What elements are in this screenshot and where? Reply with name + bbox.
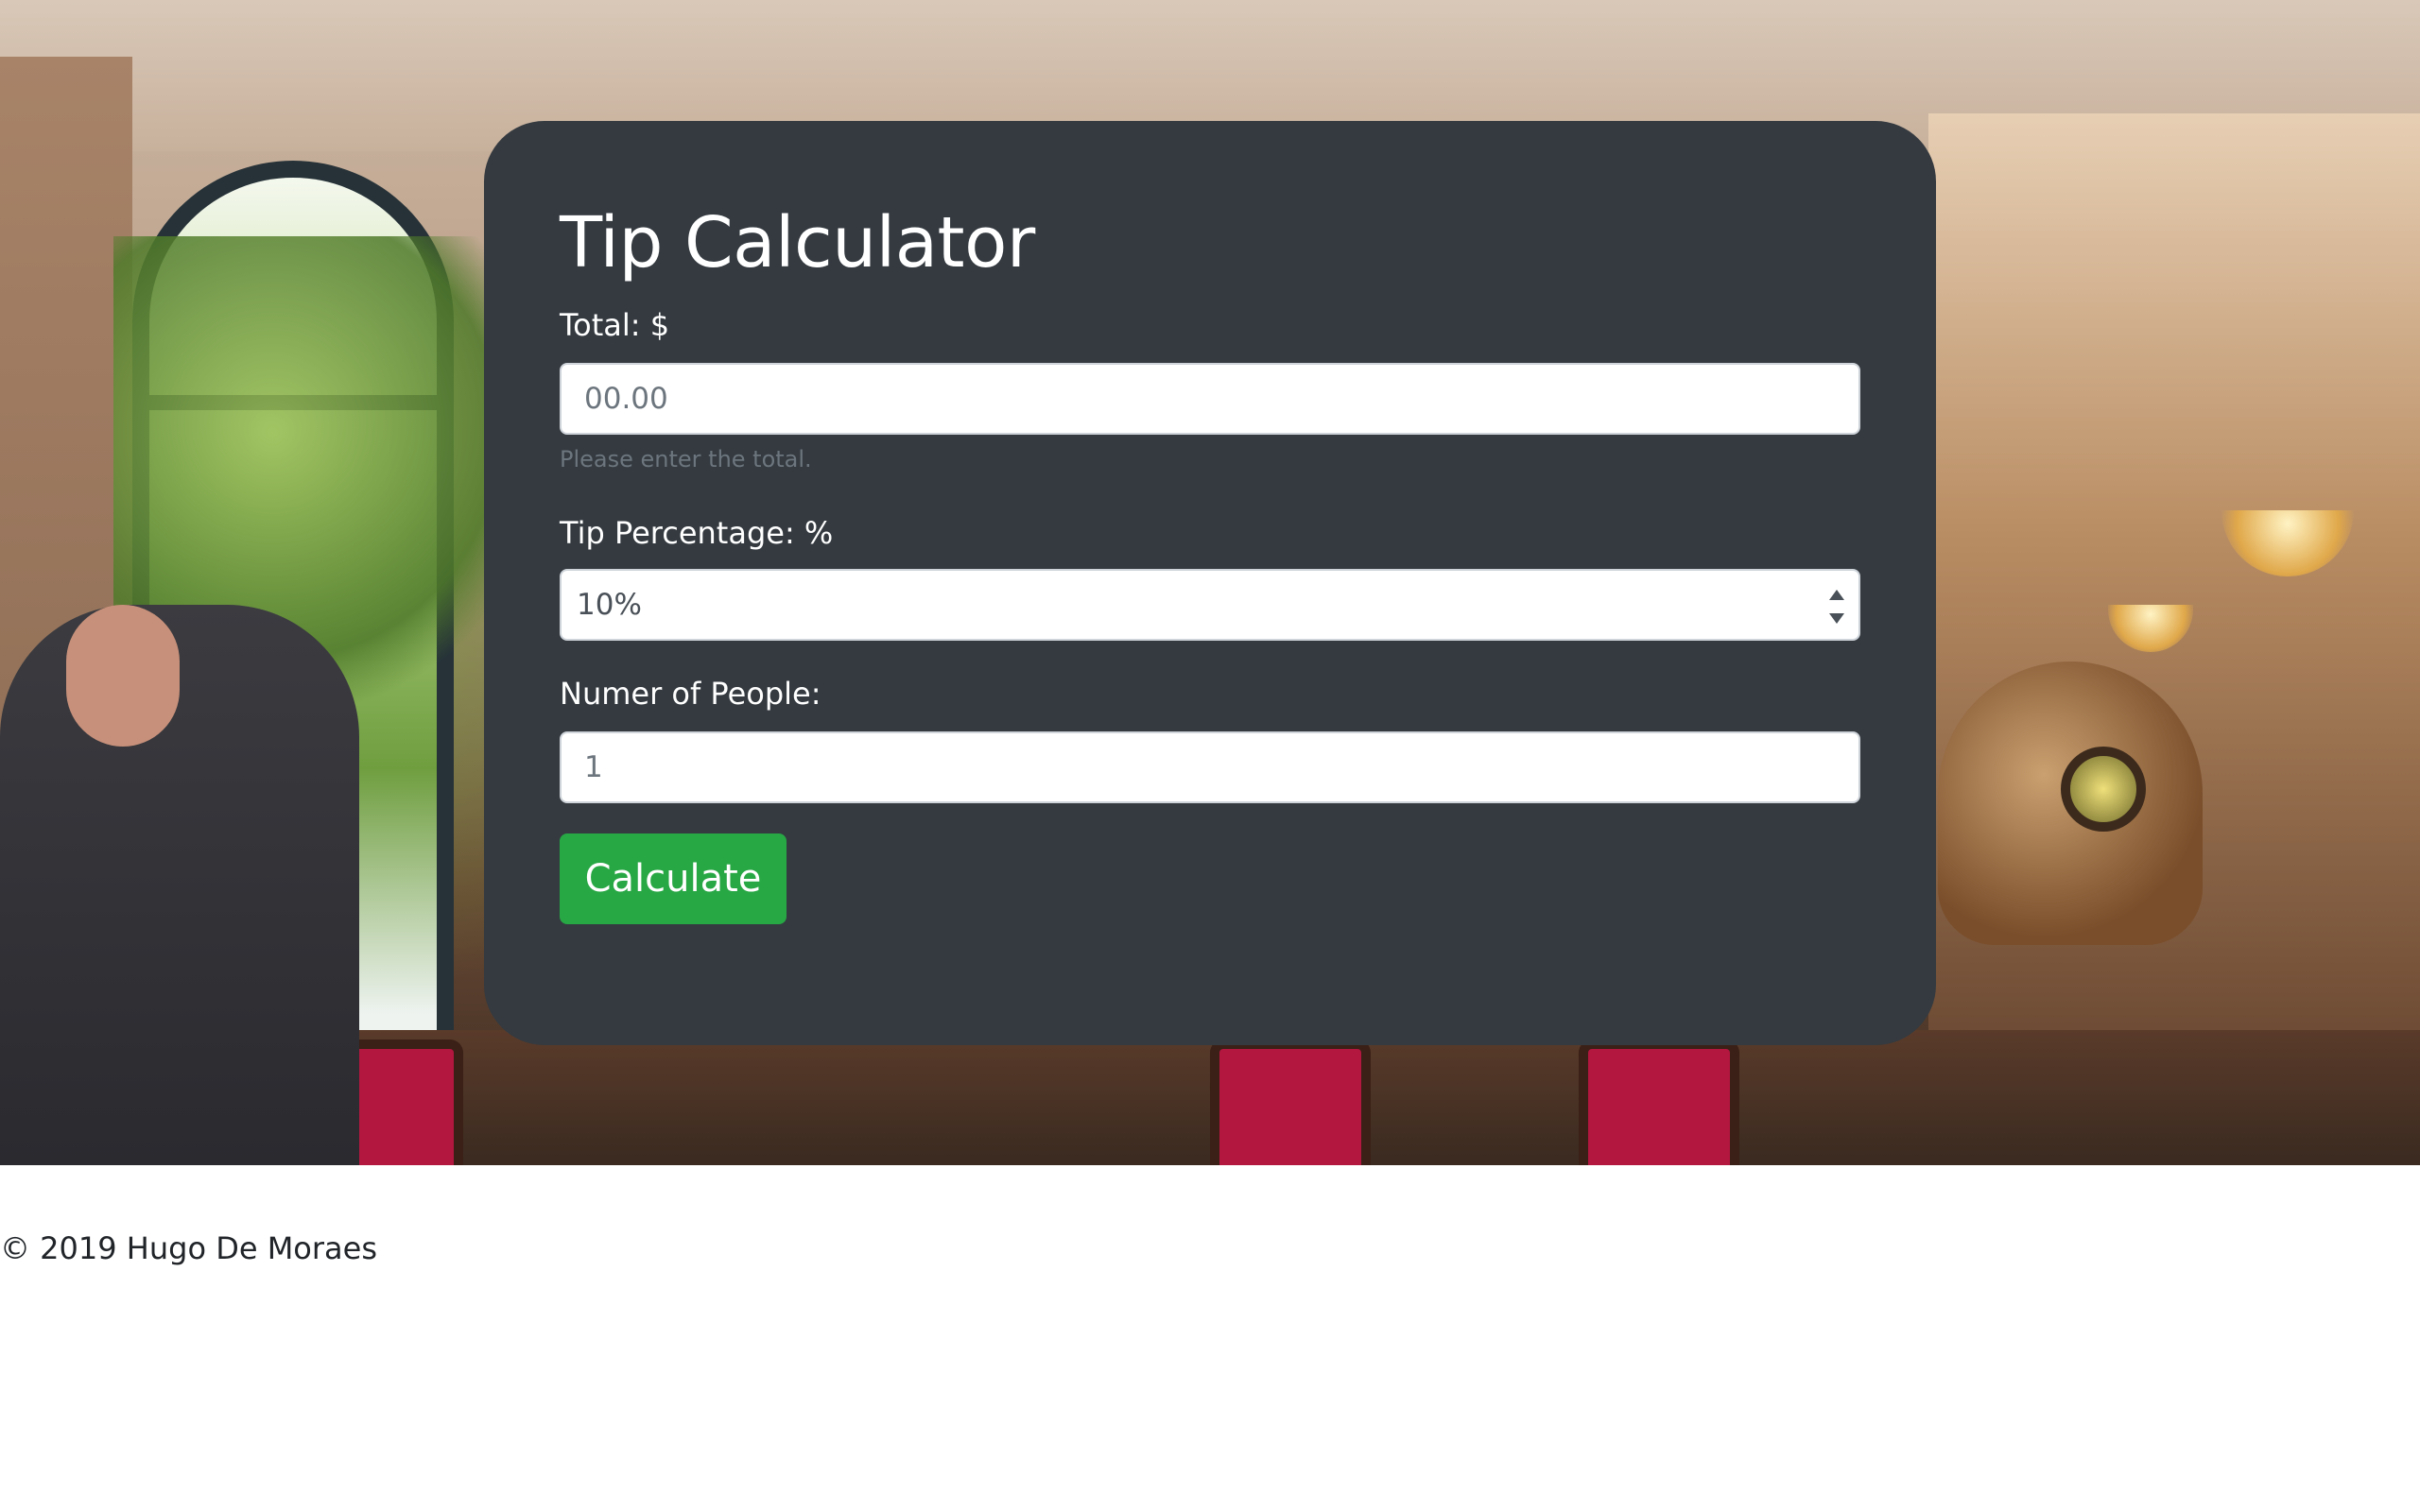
select-arrows-icon — [1828, 590, 1845, 624]
total-label: Total: $ — [560, 307, 670, 343]
calculate-button[interactable]: Calculate — [560, 833, 786, 924]
tip-calculator-card: Tip Calculator Total: $ 00.00 Please ent… — [484, 121, 1936, 1045]
tip-percentage-label: Tip Percentage: % — [560, 515, 834, 551]
tip-percentage-selected: 10% — [577, 588, 642, 622]
footer-copyright: © 2019 Hugo De Moraes — [0, 1230, 377, 1266]
diving-helmet-window — [2061, 747, 2146, 832]
waiter-figure — [0, 605, 359, 1165]
total-help-text: Please enter the total. — [560, 446, 812, 472]
people-label: Numer of People: — [560, 676, 821, 712]
page-title: Tip Calculator — [560, 202, 1035, 284]
people-input-placeholder: 1 — [584, 750, 603, 784]
total-input-placeholder: 00.00 — [584, 382, 668, 416]
waiter-head — [66, 605, 180, 747]
red-chair — [1210, 1040, 1371, 1165]
people-input[interactable]: 1 — [560, 731, 1860, 803]
tip-percentage-select[interactable]: 10% — [560, 569, 1860, 641]
total-input[interactable]: 00.00 — [560, 363, 1860, 435]
red-chair — [1579, 1040, 1739, 1165]
